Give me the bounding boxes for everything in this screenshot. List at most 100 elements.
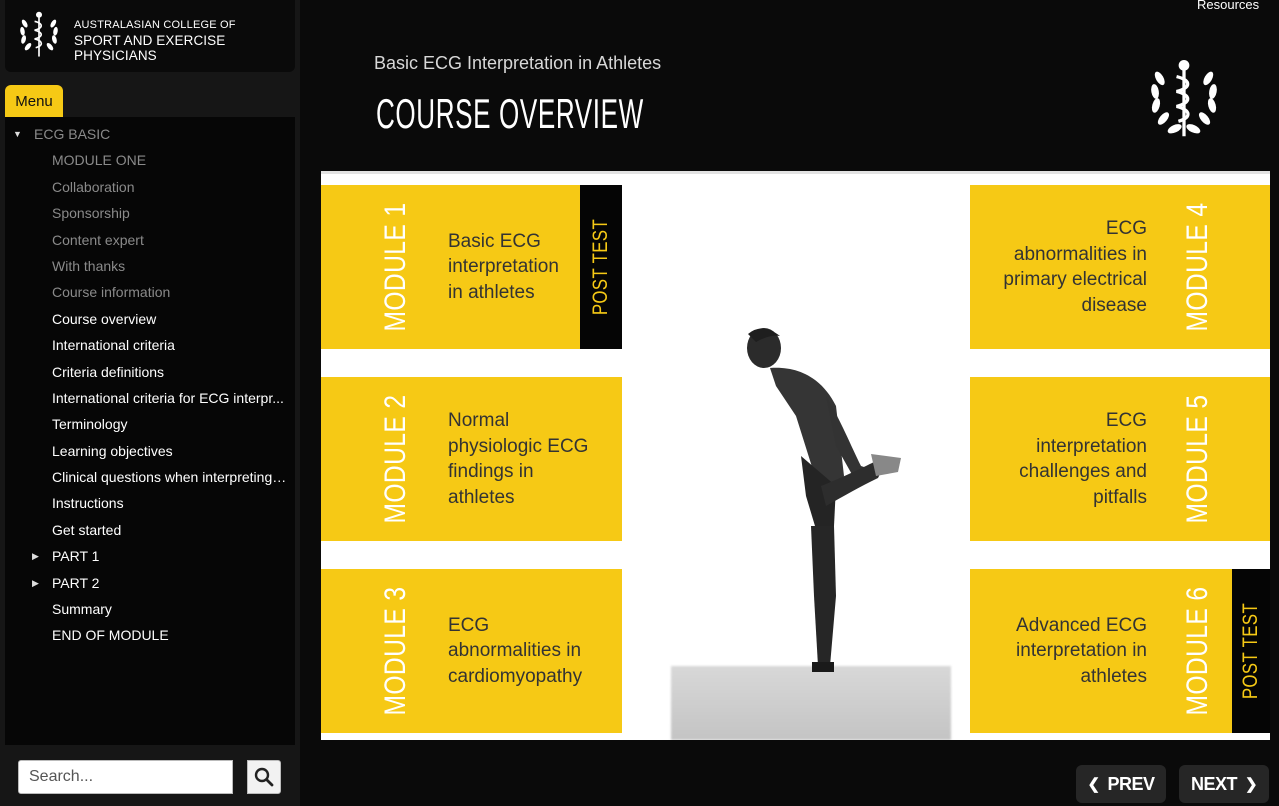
chevron-right-icon: ❯ <box>1244 776 1258 793</box>
resources-link[interactable]: Resources <box>1197 0 1259 12</box>
module-4-card[interactable]: MODULE 4 ECG abnormalities in primary el… <box>970 185 1270 349</box>
menu-item-international-criteria-ecg[interactable]: International criteria for ECG interpr..… <box>5 385 295 411</box>
menu-item-part-1[interactable]: ▶ PART 1 <box>5 543 295 569</box>
menu-item-ecg-basic[interactable]: ▼ ECG BASIC <box>5 121 295 147</box>
menu-item-sponsorship[interactable]: Sponsorship <box>5 200 295 226</box>
menu-item-with-thanks[interactable]: With thanks <box>5 253 295 279</box>
module-description-line: abnormalities in <box>1013 243 1147 265</box>
module-description-line: Advanced ECG <box>1016 614 1147 636</box>
module-description-line: interpretation <box>448 256 559 278</box>
menu-item-international-criteria[interactable]: International criteria <box>5 332 295 358</box>
org-name-line2: SPORT AND EXERCISE PHYSICIANS <box>74 33 226 63</box>
module-description-line: ECG <box>448 614 490 636</box>
menu-item-label: Get started <box>52 521 122 538</box>
menu-item-part-2[interactable]: ▶ PART 2 <box>5 570 295 596</box>
search-icon <box>254 767 274 787</box>
module-description-line: cardiomyopathy <box>448 665 583 687</box>
caret-right-icon[interactable]: ▶ <box>32 543 39 569</box>
module-3-card[interactable]: MODULE 3 ECG abnormalities in cardiomyop… <box>321 569 622 733</box>
module-description-line: physiologic ECG <box>448 435 589 457</box>
menu-item-label: PART 1 <box>52 548 100 565</box>
module-label: MODULE 4 <box>1181 202 1214 332</box>
menu-item-get-started[interactable]: Get started <box>5 517 295 543</box>
org-logo: AUSTRALASIAN COLLEGE OF SPORT AND EXERCI… <box>5 0 295 72</box>
module-description: ECG interpretation challenges and pitfal… <box>984 377 1147 541</box>
next-button[interactable]: NEXT ❯ <box>1179 765 1269 803</box>
menu-item-label: Criteria definitions <box>52 363 165 380</box>
module-description-line: interpretation <box>1036 435 1147 457</box>
athlete-stretching-image <box>747 328 901 672</box>
post-test-label: POST TEST <box>589 218 612 316</box>
menu-item-label: Terminology <box>52 416 128 433</box>
menu-item-content-expert[interactable]: Content expert <box>5 227 295 253</box>
module-label: MODULE 5 <box>1181 394 1214 524</box>
course-overview-slide: MODULE 1 Basic ECG interpretation in ath… <box>321 171 1270 740</box>
module-description-line: findings in <box>448 461 534 482</box>
staff-of-asclepius-laurel-icon <box>20 11 58 57</box>
module-6-card[interactable]: MODULE 6 Advanced ECG interpretation in … <box>970 569 1232 733</box>
menu-item-label: Learning objectives <box>52 442 173 459</box>
module-description-line: abnormalities in <box>448 640 582 662</box>
module-description-line: ECG <box>1105 410 1147 431</box>
prev-button-label: PREV <box>1107 773 1156 794</box>
menu-item-label: With thanks <box>52 257 126 274</box>
menu-item-label: Collaboration <box>52 178 135 195</box>
menu-panel: ▼ ECG BASIC MODULE ONE Collaboration Spo… <box>5 117 295 745</box>
slide-border <box>321 171 1270 174</box>
menu-item-end-of-module[interactable]: END OF MODULE <box>5 622 295 648</box>
menu-item-label: Course overview <box>52 310 157 327</box>
menu-item-instructions[interactable]: Instructions <box>5 490 295 516</box>
menu-item-label: Instructions <box>52 495 124 512</box>
search-button[interactable] <box>247 760 281 794</box>
module-label: MODULE 6 <box>1181 586 1214 716</box>
menu-item-label: Course information <box>52 284 171 301</box>
module-description-line: interpretation in <box>1016 640 1147 662</box>
module-description-line: challenges and <box>1019 461 1147 482</box>
org-name: AUSTRALASIAN COLLEGE OF SPORT AND EXERCI… <box>74 18 295 63</box>
menu-item-clinical-questions[interactable]: Clinical questions when interpreting ... <box>5 464 295 490</box>
menu-tab[interactable]: Menu <box>5 85 63 117</box>
menu-item-label: ECG BASIC <box>34 126 111 142</box>
module-description-line: Normal <box>448 410 510 431</box>
search-area <box>5 748 295 806</box>
menu-item-label: Summary <box>52 601 112 618</box>
caret-right-icon[interactable]: ▶ <box>32 570 39 596</box>
menu-item-learning-objectives[interactable]: Learning objectives <box>5 438 295 464</box>
menu-item-module-one[interactable]: MODULE ONE <box>5 147 295 173</box>
module-description-line: Basic ECG <box>448 230 541 252</box>
menu-item-label: MODULE ONE <box>52 152 147 169</box>
module-label: MODULE 3 <box>379 586 412 716</box>
menu-item-label: PART 2 <box>52 574 100 591</box>
module-label: MODULE 2 <box>379 394 412 524</box>
module-5-card[interactable]: MODULE 5 ECG interpretation challenges a… <box>970 377 1270 541</box>
menu-item-criteria-definitions[interactable]: Criteria definitions <box>5 359 295 385</box>
menu-list: ▼ ECG BASIC MODULE ONE Collaboration Spo… <box>5 121 295 649</box>
menu-item-label: Clinical questions when interpreting ... <box>52 469 288 486</box>
caret-down-icon[interactable]: ▼ <box>13 121 22 147</box>
course-title: Basic ECG Interpretation in Athletes <box>374 53 662 73</box>
page-title: COURSE OVERVIEW <box>376 90 644 137</box>
module-1-post-test[interactable]: POST TEST <box>580 185 622 349</box>
slide-floor-shadow <box>671 666 951 740</box>
search-input[interactable] <box>18 760 233 794</box>
staff-of-asclepius-laurel-icon <box>1151 59 1217 137</box>
menu-item-label: Sponsorship <box>52 205 130 222</box>
menu-item-course-overview[interactable]: Course overview <box>5 306 295 332</box>
module-description-line: disease <box>1081 294 1148 316</box>
menu-item-label: END OF MODULE <box>52 627 169 644</box>
module-description-line: athletes <box>448 486 515 508</box>
module-description-line: primary electrical <box>1003 269 1147 290</box>
org-name-line1: AUSTRALASIAN COLLEGE OF <box>74 19 236 31</box>
prev-button[interactable]: ❮ PREV <box>1076 765 1166 803</box>
sidebar: AUSTRALASIAN COLLEGE OF SPORT AND EXERCI… <box>0 0 300 806</box>
menu-item-terminology[interactable]: Terminology <box>5 411 295 437</box>
post-test-label: POST TEST <box>1239 602 1262 700</box>
menu-item-summary[interactable]: Summary <box>5 596 295 622</box>
menu-item-collaboration[interactable]: Collaboration <box>5 174 295 200</box>
module-1-card[interactable]: MODULE 1 Basic ECG interpretation in ath… <box>321 185 622 349</box>
module-2-card[interactable]: MODULE 2 Normal physiologic ECG findings… <box>321 377 622 541</box>
module-6-post-test[interactable]: POST TEST <box>1232 569 1270 733</box>
module-description-line: athletes <box>1080 665 1147 687</box>
menu-item-course-information[interactable]: Course information <box>5 279 295 305</box>
module-description: ECG abnormalities in primary electrical … <box>984 185 1147 349</box>
